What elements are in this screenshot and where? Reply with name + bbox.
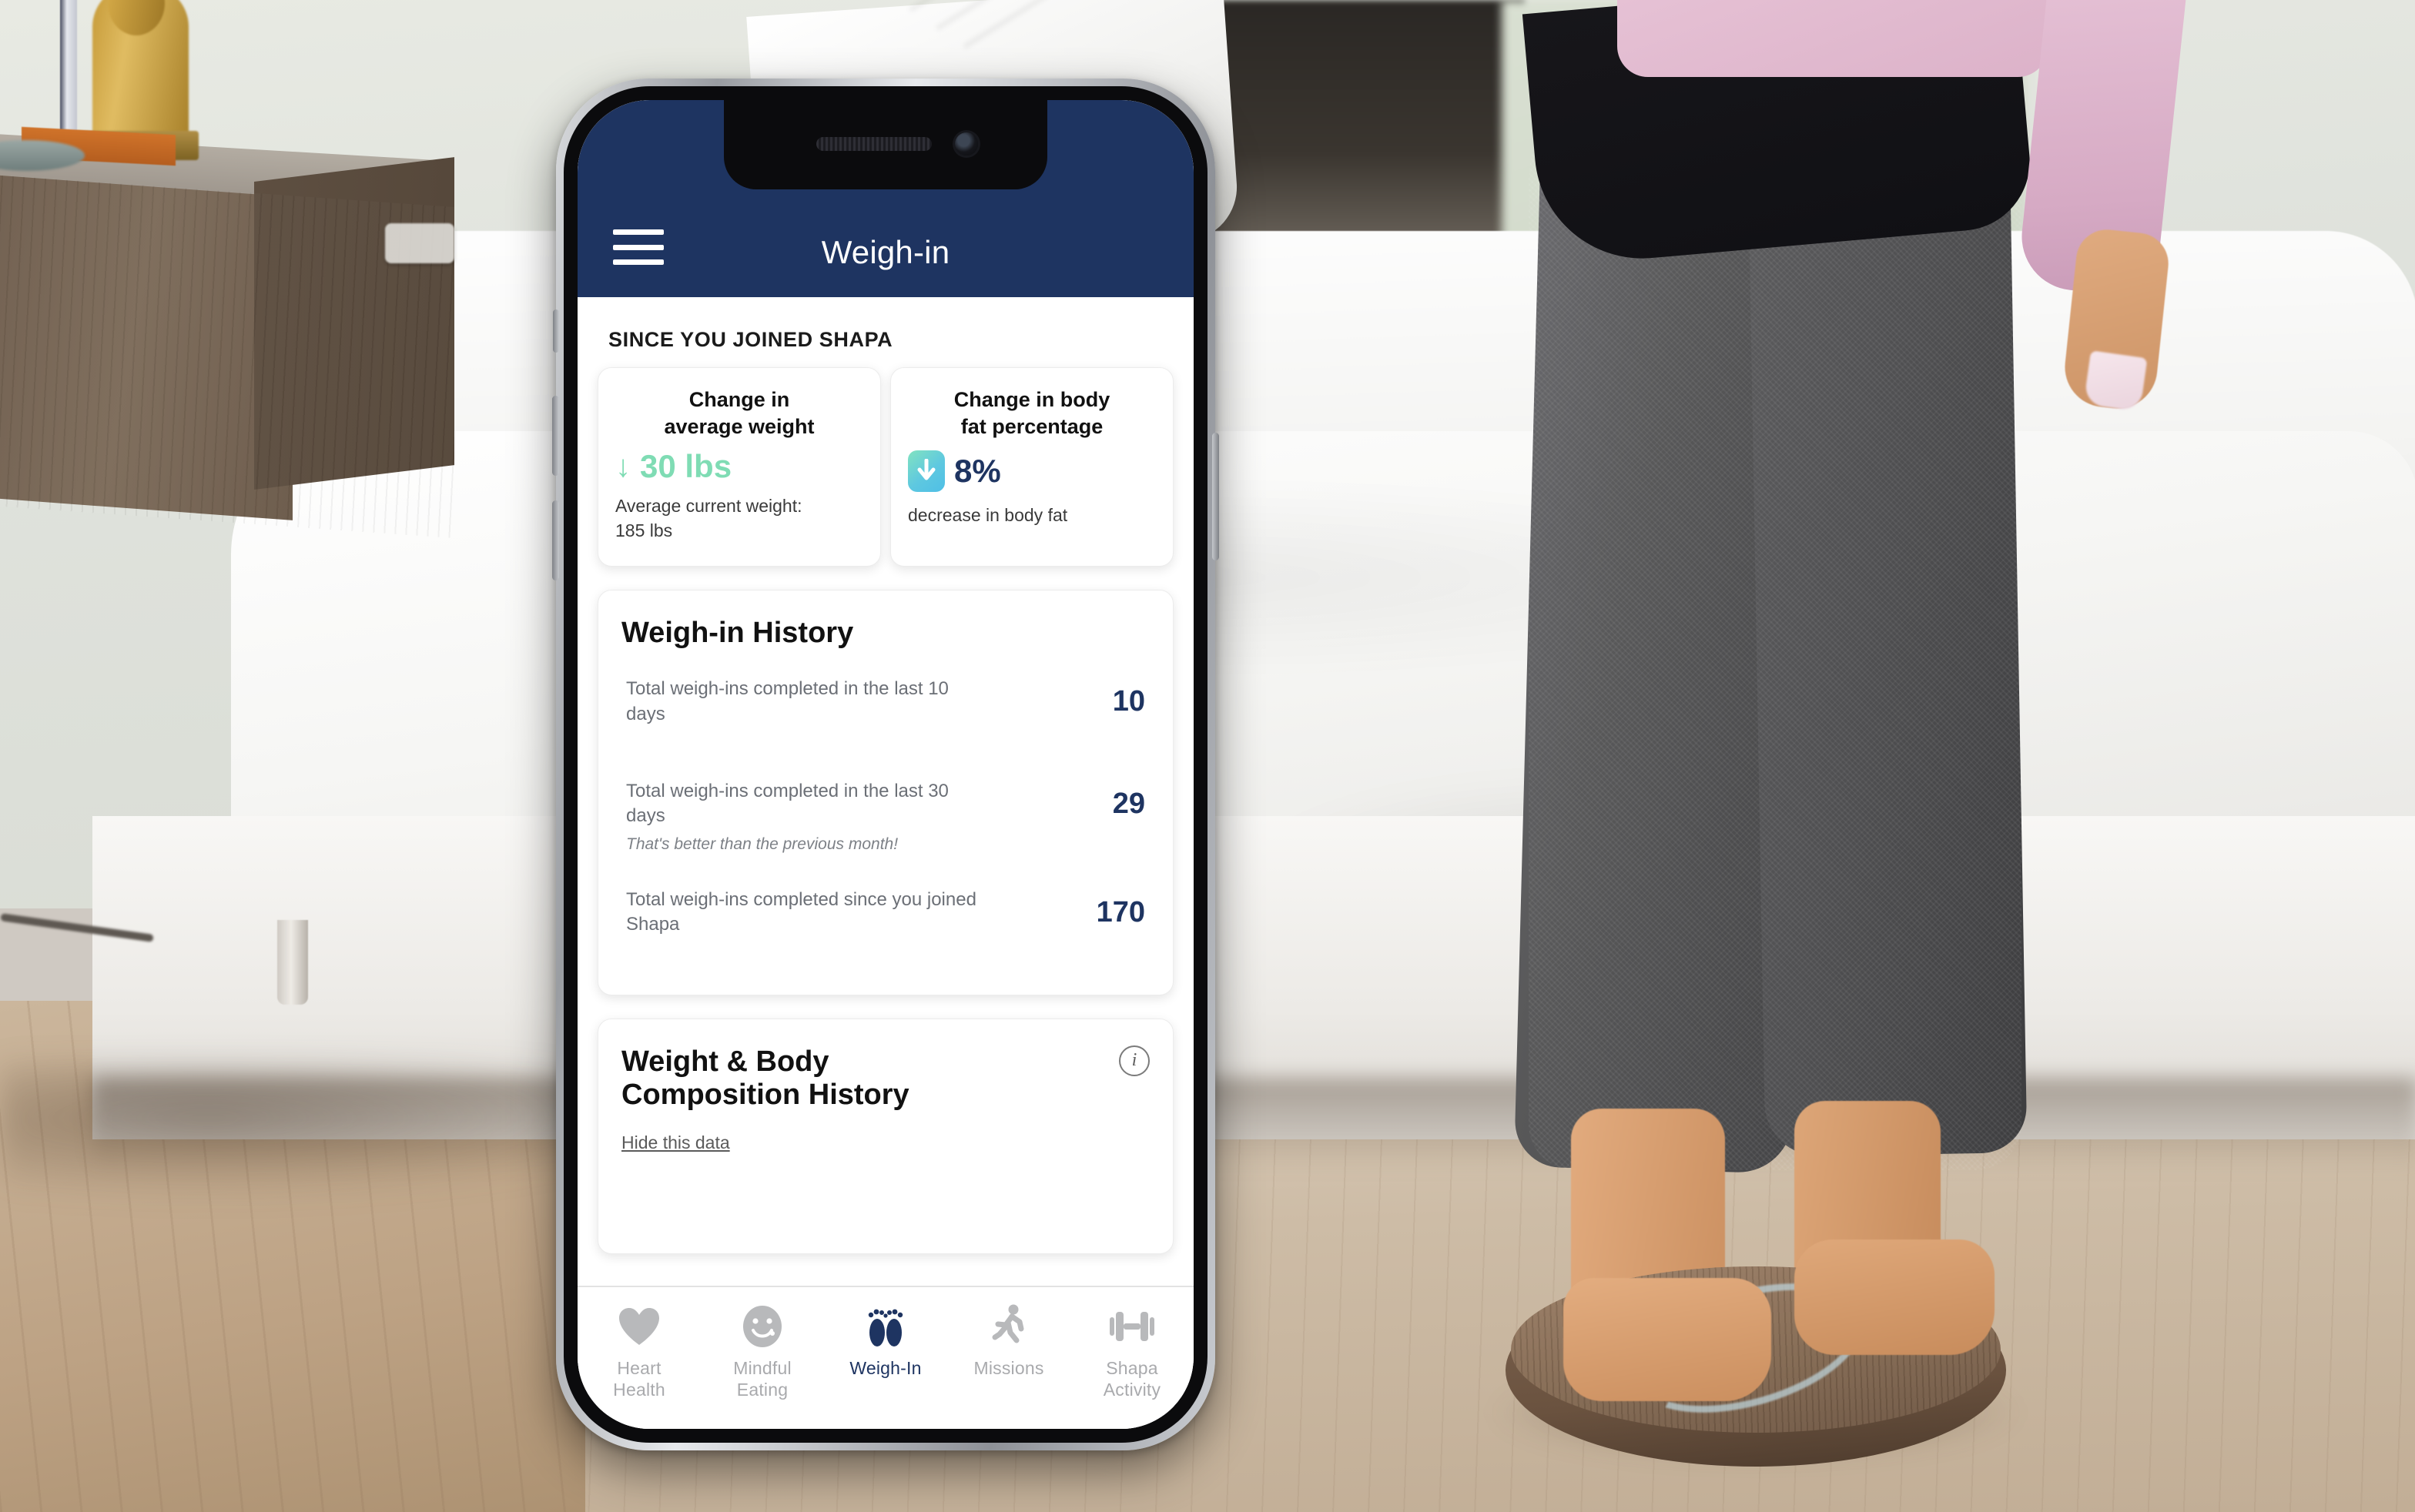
stat-card-average-weight[interactable]: Change in average weight ↓ 30 lbs Averag… (598, 367, 881, 567)
tab-label-line2: Health (613, 1379, 665, 1400)
earpiece-speaker-icon (816, 137, 932, 151)
stat-card-subtext-line2: 185 lbs (615, 520, 673, 541)
tab-missions[interactable]: Missions (947, 1303, 1070, 1380)
stat-card-row: Change in average weight ↓ 30 lbs Averag… (578, 352, 1194, 567)
card-title: Weight & Body Composition History (621, 1045, 909, 1112)
stat-card-value-row: ↓ 30 lbs (615, 450, 863, 483)
history-row-label: Total weigh-ins completed in the last 10… (626, 678, 949, 724)
volume-down-button[interactable] (552, 500, 559, 580)
hamburger-bar (613, 229, 664, 235)
tab-label-line1: Shapa (1106, 1358, 1158, 1378)
phone-mockup: Weigh-in SINCE YOU JOINED SHAPA Change i… (552, 79, 1219, 1450)
stat-card-value-row: 8% (908, 450, 1156, 493)
hide-this-data-link[interactable]: Hide this data (621, 1132, 730, 1153)
arrow-down-icon: ↓ (615, 450, 631, 484)
footprints-icon (864, 1303, 907, 1350)
bed-leg (277, 920, 308, 1005)
history-row-value: 10 (1112, 685, 1145, 718)
info-circle-icon[interactable]: i (1119, 1045, 1150, 1076)
tab-label: Shapa Activity (1104, 1358, 1161, 1400)
card-title-line2: Composition History (621, 1079, 909, 1112)
stat-card-title-line2: fat percentage (960, 414, 1104, 438)
tab-heart-health[interactable]: Heart Health (578, 1303, 701, 1400)
app-root: Weigh-in SINCE YOU JOINED SHAPA Change i… (578, 100, 1194, 1429)
section-label: SINCE YOU JOINED SHAPA (608, 328, 893, 351)
stat-card-subtext: decrease in body fat (908, 503, 1156, 527)
nightstand-handle (385, 223, 454, 263)
card-header: Weight & Body Composition History i (621, 1045, 1150, 1112)
tab-label-line1: Mindful (733, 1358, 792, 1378)
tab-label: Heart Health (613, 1358, 665, 1400)
tab-mindful-eating[interactable]: Mindful Eating (701, 1303, 824, 1400)
picture-frame (60, 0, 77, 131)
tab-label: Missions (973, 1358, 1043, 1380)
tab-weigh-in[interactable]: Weigh-In (824, 1303, 947, 1380)
tab-label: Mindful Eating (733, 1358, 792, 1400)
volume-up-button[interactable] (552, 396, 559, 476)
stat-card-subtext-line1: decrease in body fat (908, 505, 1068, 526)
tab-label-line1: Missions (973, 1358, 1044, 1378)
history-row-label: Total weigh-ins completed in the last 30… (626, 780, 949, 827)
card-spacer (621, 1153, 1150, 1223)
tab-label-line2: Eating (736, 1379, 789, 1400)
tab-label-line1: Weigh-In (849, 1358, 922, 1378)
heart-icon (618, 1303, 661, 1350)
hamburger-menu-icon[interactable] (613, 229, 664, 265)
card-header: Weigh-in History (621, 617, 1150, 651)
page-title: Weigh-in (821, 234, 950, 270)
phone-notch (724, 100, 1047, 189)
running-icon (989, 1303, 1029, 1350)
tab-label-line2: Activity (1103, 1379, 1161, 1400)
stat-card-title-line2: average weight (664, 414, 815, 438)
stat-card-value: 30 lbs (640, 448, 732, 485)
stat-card-value: 8% (954, 453, 1001, 490)
power-button[interactable] (1212, 433, 1219, 560)
history-row-note: That's better than the previous month! (626, 835, 899, 853)
silent-switch-button[interactable] (553, 309, 559, 353)
card-title-line1: Weight & Body (621, 1045, 829, 1078)
stat-card-title: Change in body fat percentage (908, 386, 1156, 440)
dumbbell-icon (1108, 1303, 1156, 1350)
pink-top (1617, 0, 2048, 77)
tab-label-line1: Heart (617, 1358, 662, 1378)
history-row-label: Total weigh-ins completed since you join… (626, 888, 976, 935)
history-row: Total weigh-ins completed in the last 10… (621, 651, 1150, 753)
fingernails (2083, 350, 2148, 412)
foot-right (1794, 1239, 1995, 1355)
stat-card-subtext-line1: Average current weight: (615, 496, 802, 517)
tab-label: Weigh-In (849, 1358, 921, 1380)
foot-left (1563, 1278, 1771, 1401)
front-camera-icon (955, 132, 978, 156)
phone-screen: Weigh-in SINCE YOU JOINED SHAPA Change i… (578, 100, 1194, 1429)
arrow-down-filled-icon (908, 450, 945, 493)
hamburger-bar (613, 259, 664, 265)
stat-card-title: Change in average weight (615, 386, 863, 440)
smiley-icon (742, 1303, 783, 1350)
history-row-value: 29 (1112, 787, 1145, 820)
stat-card-body-fat[interactable]: Change in body fat percentage 8% decreas… (890, 367, 1174, 567)
stat-card-subtext: Average current weight: 185 lbs (615, 493, 863, 543)
card-title: Weigh-in History (621, 617, 854, 650)
tab-shapa-activity[interactable]: Shapa Activity (1070, 1303, 1194, 1400)
hamburger-bar (613, 244, 664, 250)
weight-body-composition-card: Weight & Body Composition History i Hide… (598, 1018, 1174, 1254)
wall-dark-panel (1201, 0, 1525, 254)
weigh-in-history-card: Weigh-in History Total weigh-ins complet… (598, 590, 1174, 995)
stat-card-title-line1: Change in (688, 388, 790, 411)
content-scroll-area[interactable]: SINCE YOU JOINED SHAPA Change in average… (578, 297, 1194, 1286)
history-row: Total weigh-ins completed since you join… (621, 861, 1150, 964)
stat-card-title-line1: Change in body (953, 388, 1110, 411)
history-row-value: 170 (1096, 895, 1145, 928)
bottom-tab-bar: Heart Health Mindful Eating Weigh-In Mis… (578, 1286, 1194, 1429)
